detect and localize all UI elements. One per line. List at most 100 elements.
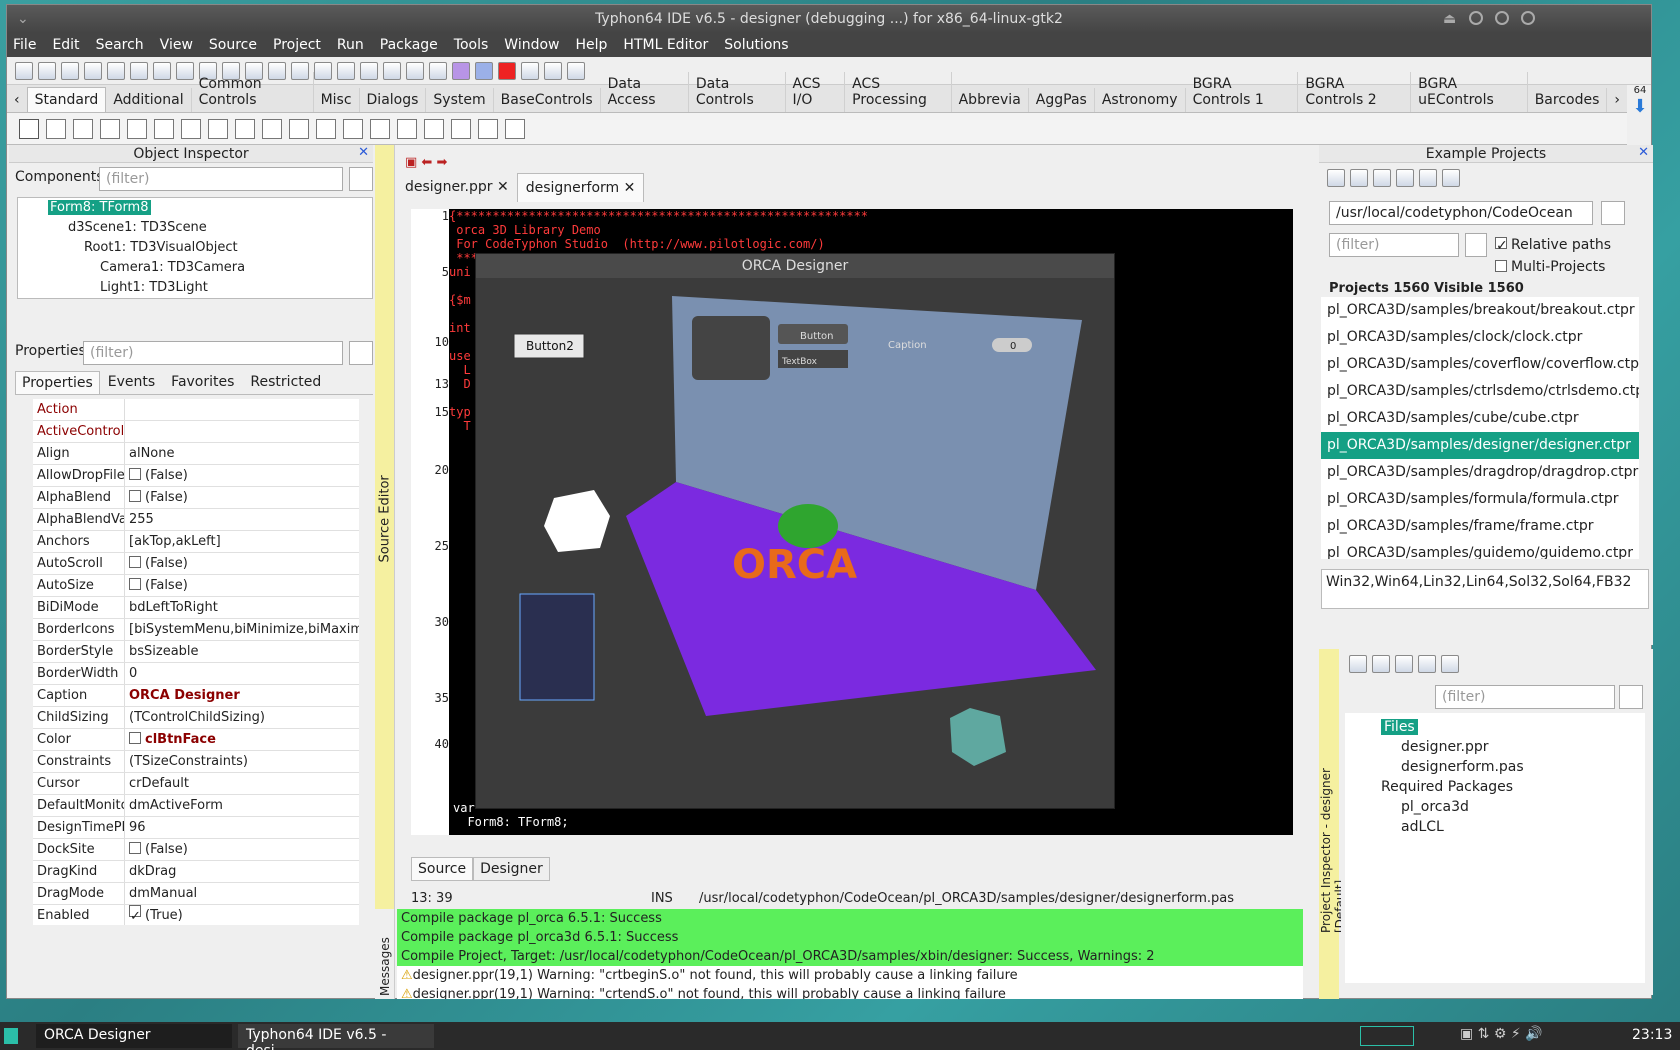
- frame-component-icon[interactable]: [478, 118, 498, 139]
- toggle-form-icon[interactable]: [383, 61, 401, 80]
- tree-node-scene[interactable]: d3Scene1: TD3Scene: [68, 220, 207, 235]
- file-designerform-pas[interactable]: designerform.pas: [1401, 759, 1524, 775]
- editor-nav-icons[interactable]: ▣ ⬅ ➡: [405, 155, 447, 170]
- palette-tab-common-controls[interactable]: Common Controls: [192, 72, 314, 112]
- platforms-field[interactable]: Win32,Win64,Lin32,Lin64,Sol32,Sol64,FB32: [1321, 569, 1649, 609]
- property-checkbox[interactable]: ✓: [129, 905, 141, 924]
- step-out-icon[interactable]: [567, 61, 585, 80]
- orca-scene[interactable]: Button TextBox Caption 0 ORCA Button2: [476, 278, 1114, 808]
- combobox-component-icon[interactable]: [316, 118, 336, 139]
- property-row[interactable]: AlphaBlendVa 255: [33, 509, 359, 531]
- property-value[interactable]: clBtnFace: [125, 729, 359, 750]
- property-value[interactable]: dmManual: [125, 883, 359, 904]
- tab-designer[interactable]: Designer: [473, 857, 550, 881]
- property-value[interactable]: 96: [125, 817, 359, 838]
- tree-node-camera[interactable]: Camera1: TD3Camera: [100, 260, 245, 275]
- palette-tab-system[interactable]: System: [426, 88, 494, 112]
- listbox-component-icon[interactable]: [289, 118, 309, 139]
- property-value[interactable]: 255: [125, 509, 359, 530]
- file-designer-ppr[interactable]: designer.ppr: [1401, 739, 1489, 755]
- property-row[interactable]: Constraints (TSizeConstraints): [33, 751, 359, 773]
- close-button[interactable]: [1521, 11, 1535, 25]
- tab-designer-ppr[interactable]: designer.ppr ✕: [397, 173, 517, 202]
- palette-tab-barcodes[interactable]: Barcodes: [1528, 88, 1608, 112]
- button-component-icon[interactable]: [100, 118, 120, 139]
- examples-filter[interactable]: (filter): [1329, 233, 1459, 257]
- step-into-icon[interactable]: [521, 61, 539, 80]
- new-file-icon[interactable]: [15, 61, 33, 80]
- properties-filter[interactable]: (filter): [83, 341, 343, 365]
- messages-side-tab[interactable]: Messages: [375, 909, 395, 999]
- window-menu-icon[interactable]: ⌄: [17, 5, 29, 33]
- property-value[interactable]: (False): [125, 553, 359, 574]
- property-value[interactable]: bsSizeable: [125, 641, 359, 662]
- pointer-icon[interactable]: [19, 118, 39, 139]
- view-forms-icon[interactable]: [360, 61, 378, 80]
- project-filter[interactable]: (filter): [1435, 685, 1615, 709]
- stop-icon[interactable]: [498, 61, 516, 80]
- property-value[interactable]: bdLeftToRight: [125, 597, 359, 618]
- workspace-switcher[interactable]: [1360, 1026, 1414, 1046]
- menu-source[interactable]: Source: [209, 37, 257, 53]
- menu-solutions[interactable]: Solutions: [724, 37, 788, 53]
- example-project-item[interactable]: pl_ORCA3D/samples/ctrlsdemo/ctrlsdemo.ct…: [1321, 378, 1639, 405]
- example-project-item[interactable]: pl_ORCA3D/samples/frame/frame.ctpr: [1321, 513, 1639, 540]
- property-value[interactable]: (TControlChildSizing): [125, 707, 359, 728]
- property-row[interactable]: DefaultMonito dmActiveForm: [33, 795, 359, 817]
- groupbox-component-icon[interactable]: [370, 118, 390, 139]
- clear-examples-filter-icon[interactable]: [1465, 233, 1487, 257]
- new-form-icon[interactable]: [38, 61, 56, 80]
- property-row[interactable]: DockSite (False): [33, 839, 359, 861]
- example-project-item[interactable]: pl_ORCA3D/samples/coverflow/coverflow.ct…: [1321, 351, 1639, 378]
- property-value[interactable]: ORCA Designer: [125, 685, 359, 706]
- close-inspector-icon[interactable]: ✕: [358, 145, 369, 160]
- add-icon[interactable]: [1349, 655, 1367, 673]
- palette-tab-aggpas[interactable]: AggPas: [1029, 88, 1095, 112]
- settings-icon[interactable]: [1442, 169, 1460, 187]
- view-units-icon[interactable]: [337, 61, 355, 80]
- radiogroup-component-icon[interactable]: [397, 118, 417, 139]
- components-filter[interactable]: (filter): [99, 167, 343, 191]
- menu-run[interactable]: Run: [337, 37, 364, 53]
- property-value[interactable]: 0: [125, 663, 359, 684]
- property-row[interactable]: Action: [33, 399, 359, 421]
- property-row[interactable]: ActiveControl: [33, 421, 359, 443]
- menu-search[interactable]: Search: [96, 37, 144, 53]
- property-value[interactable]: (False): [125, 487, 359, 508]
- property-checkbox[interactable]: [129, 578, 141, 590]
- property-row[interactable]: DragMode dmManual: [33, 883, 359, 905]
- example-project-item[interactable]: pl_ORCA3D/samples/guidemo/guidemo.ctpr: [1321, 540, 1639, 559]
- start-menu-icon[interactable]: [4, 1028, 18, 1044]
- tree-node-form8[interactable]: Form8: TForm8: [48, 200, 151, 215]
- actionlist-component-icon[interactable]: [505, 118, 525, 139]
- edit-component-icon[interactable]: [154, 118, 174, 139]
- mainmenu-icon[interactable]: [46, 118, 66, 139]
- message-line[interactable]: Compile Project, Target: /usr/local/code…: [397, 947, 1303, 966]
- property-value[interactable]: ✓ (True): [125, 905, 359, 925]
- property-row[interactable]: Cursor crDefault: [33, 773, 359, 795]
- memo-component-icon[interactable]: [181, 118, 201, 139]
- menu-window[interactable]: Window: [504, 37, 559, 53]
- tree-node-light[interactable]: Light1: TD3Light: [100, 280, 208, 295]
- run-icon[interactable]: [452, 61, 470, 80]
- palette-tab-data-controls[interactable]: Data Controls: [689, 72, 786, 112]
- tray-icons[interactable]: ▣ ⇅ ⚙ ⚡ 🔊: [1460, 1026, 1543, 1042]
- relative-paths-checkbox[interactable]: ✓ Relative paths: [1495, 237, 1611, 254]
- message-line[interactable]: Compile package pl_orca3d 6.5.1: Success: [397, 928, 1303, 947]
- property-value[interactable]: [biSystemMenu,biMinimize,biMaximiz: [125, 619, 359, 640]
- property-row[interactable]: Enabled ✓ (True): [33, 905, 359, 925]
- menu-package[interactable]: Package: [380, 37, 438, 53]
- package-adlcl[interactable]: adLCL: [1401, 819, 1444, 835]
- property-checkbox[interactable]: [129, 842, 141, 854]
- menu-view[interactable]: View: [160, 37, 193, 53]
- find-next-icon[interactable]: [107, 61, 125, 80]
- property-row[interactable]: BiDiMode bdLeftToRight: [33, 597, 359, 619]
- palette-tab-misc[interactable]: Misc: [314, 88, 360, 112]
- property-row[interactable]: AlphaBlend (False): [33, 487, 359, 509]
- warning-line[interactable]: ⚠designer.ppr(19,1) Warning: "crtbeginS.…: [397, 966, 1303, 985]
- shade-icon[interactable]: ⏏: [1443, 5, 1456, 33]
- browse-folder-icon[interactable]: [1601, 201, 1625, 225]
- property-value[interactable]: dkDrag: [125, 861, 359, 882]
- tab-properties[interactable]: Properties: [15, 371, 100, 394]
- find-replace-icon[interactable]: [130, 61, 148, 80]
